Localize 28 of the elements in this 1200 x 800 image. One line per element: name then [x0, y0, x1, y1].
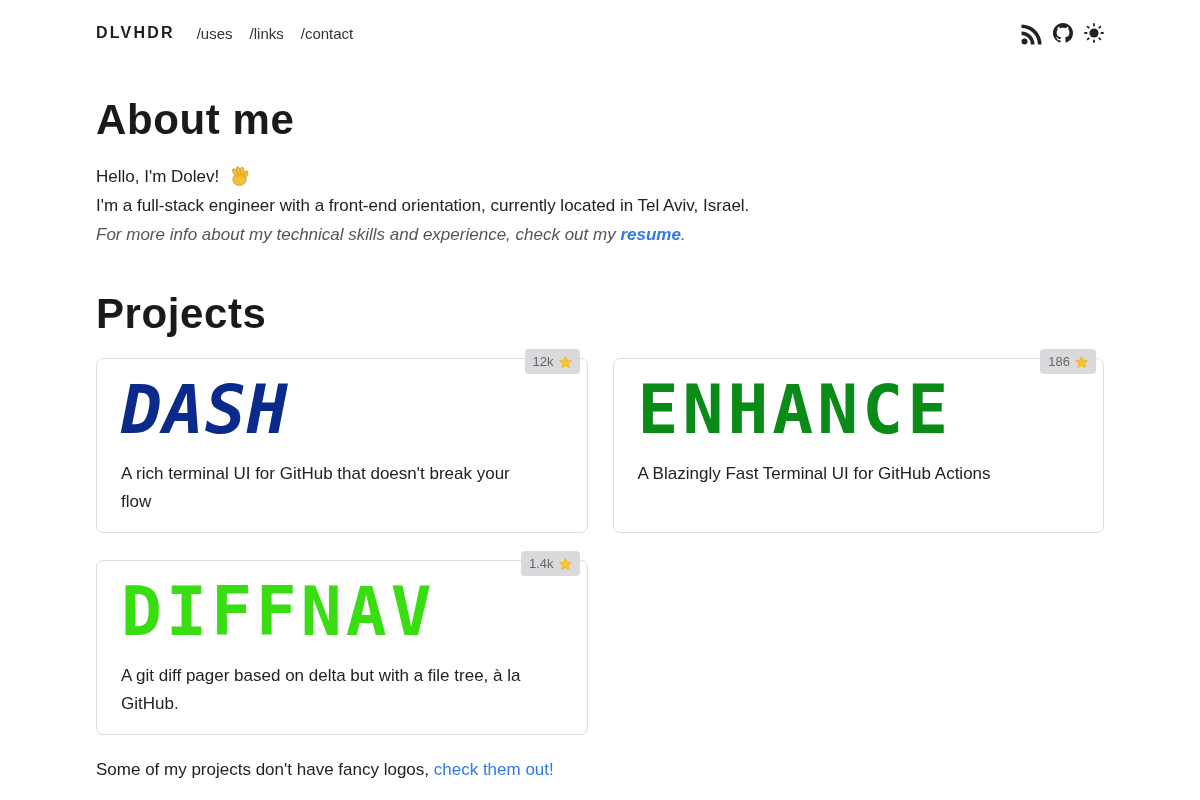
project-description: A rich terminal UI for GitHub that doesn't break your flow	[121, 463, 511, 513]
nav-link[interactable]: /uses	[196, 24, 233, 42]
project-logo: DASH	[121, 382, 290, 438]
star-icon	[1075, 355, 1088, 368]
home-link[interactable]: DLVHDR	[96, 24, 175, 42]
section-heading: About me	[96, 95, 295, 145]
hand-icon	[229, 166, 251, 187]
project-logo: ENHANCE	[637, 382, 953, 438]
greeting-text: Hello, I'm Dolev!	[96, 166, 220, 188]
bio-text: I'm a full-stack engineer with a front-end orientation, currently located in Tel Aviv, Israel.	[96, 195, 750, 217]
section-heading: Projects	[96, 289, 267, 339]
github-icon[interactable]	[1053, 23, 1073, 43]
project-logo: DIFFNAV	[121, 584, 436, 640]
star-icon	[558, 557, 572, 570]
sun-icon[interactable]	[1084, 23, 1104, 43]
nav-link[interactable]: /contact	[300, 24, 354, 42]
resume-link[interactable]: resume	[620, 225, 681, 244]
star-count: 1.4k	[528, 556, 554, 571]
project-description: A git diff pager based on delta but with a file tree, à la GitHub.	[121, 665, 522, 715]
star-count: 186	[1048, 354, 1070, 369]
star-icon	[558, 355, 572, 368]
nav-link[interactable]: /links	[249, 24, 284, 42]
project-description: A Blazingly Fast Terminal UI for GitHub Actions	[637, 463, 991, 485]
projects-link[interactable]: check them out!	[433, 760, 554, 779]
star-count: 12k	[532, 354, 554, 369]
projects-note: Some of my projects don't have fancy logos, check them out!	[96, 759, 554, 781]
resume-note: For more info about my technical skills and experience, check out my resume.	[96, 224, 686, 246]
rss-icon[interactable]	[1021, 23, 1042, 45]
